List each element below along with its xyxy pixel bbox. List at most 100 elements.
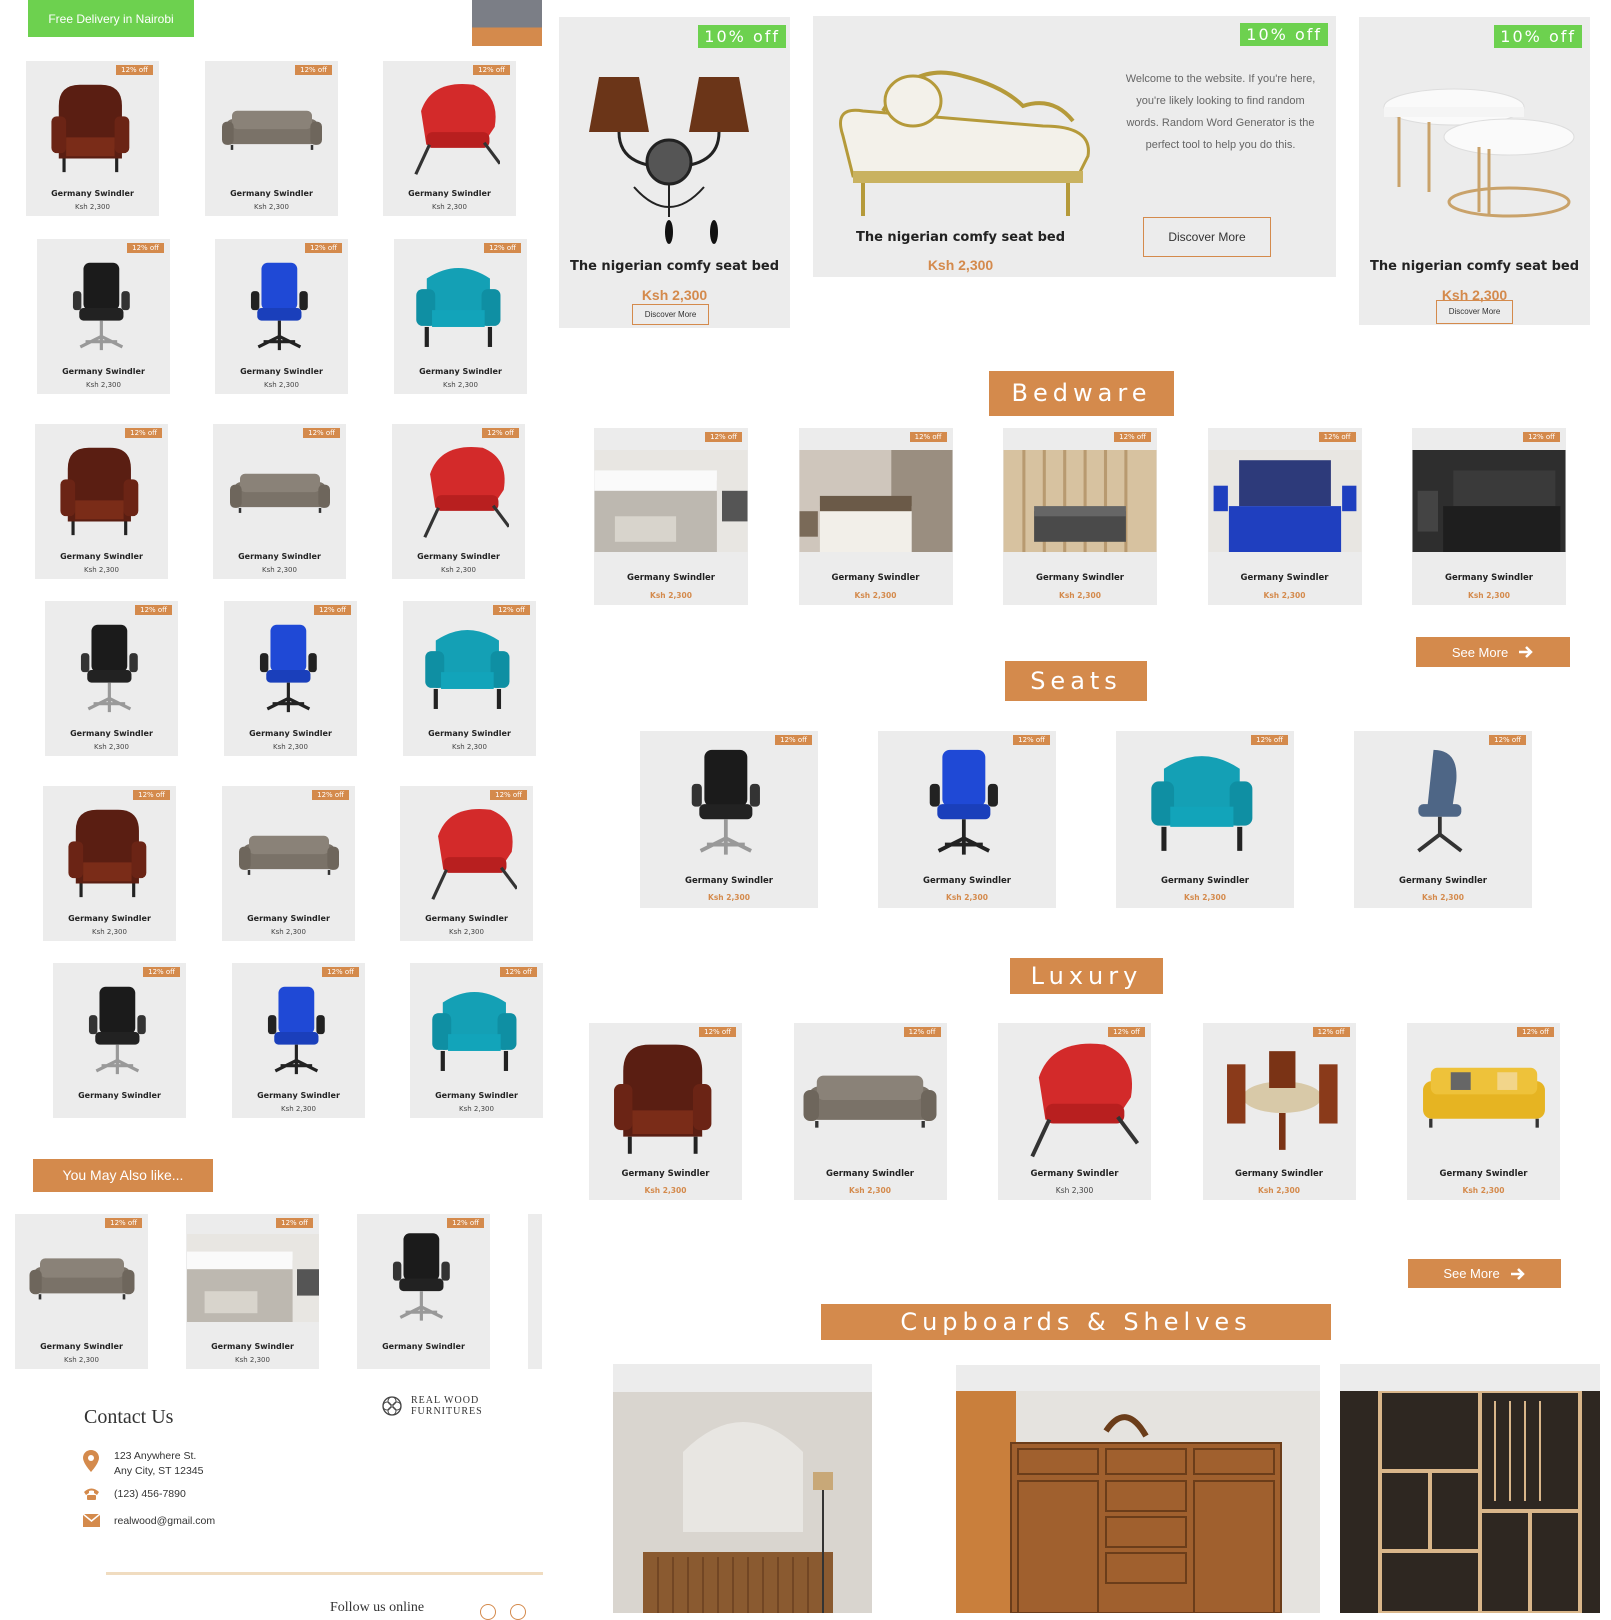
discover-more-button[interactable]: Discover More — [1143, 217, 1271, 257]
arrow-right-icon — [1519, 646, 1533, 658]
section-heading-cupboards: Cupboards & Shelves — [821, 1304, 1331, 1340]
product-card[interactable]: 12% off Germany Swindler Ksh 2,300 — [205, 61, 338, 216]
hero-card-lamp[interactable]: 10% off The nigerian comfy seat bed Ksh … — [559, 17, 790, 328]
product-card[interactable]: 12% off Germany Swindler Ksh 2,300 — [594, 428, 748, 605]
hero-price: Ksh 2,300 — [927, 257, 994, 273]
product-card[interactable]: 12% off Germany Swindler Ksh 2,300 — [1003, 428, 1157, 605]
see-more-label: See More — [1451, 644, 1509, 660]
product-card[interactable]: 12% off Germany Swindler Ksh 2,300 — [793, 1023, 947, 1200]
product-price: Ksh 2,300 — [86, 381, 121, 389]
product-card[interactable]: 12% off Germany Swindler Ksh 2,300 — [394, 239, 527, 394]
product-image — [799, 450, 952, 552]
phone-number[interactable]: (123) 456-7890 — [114, 1488, 186, 1500]
product-card[interactable]: 12% off Germany Swindler Ksh 2,300 — [400, 786, 533, 941]
cupboard-card-2[interactable] — [956, 1365, 1320, 1613]
email-address[interactable]: realwood@gmail.com — [114, 1515, 215, 1527]
product-card[interactable]: 12% off Germany Swindler Ksh 2,300 — [186, 1214, 319, 1369]
product-card[interactable]: 12% off Germany Swindler Ksh 2,300 — [224, 601, 357, 756]
product-card[interactable]: 12% off Germany Swindler Ksh 2,300 — [798, 428, 953, 605]
chaise-lounge-image — [839, 70, 1090, 216]
product-card[interactable]: 12% off Germany Swindler Ksh 2,300 — [589, 1023, 742, 1200]
product-name: Germany Swindler — [238, 552, 321, 561]
product-card[interactable]: 12% off Germany Swindler Ksh 2,300 — [640, 731, 818, 908]
product-card[interactable]: 12% off Germany Swindler Ksh 2,300 — [43, 786, 176, 941]
product-price: Ksh 2,300 — [94, 743, 129, 751]
product-card[interactable]: 12% off Germany Swindler Ksh 2,300 — [45, 601, 178, 756]
social-icon-2[interactable] — [510, 1604, 526, 1620]
hero-title: The nigerian comfy seat bed — [569, 259, 780, 274]
product-price: Ksh 2,300 — [452, 743, 487, 751]
hero-card-chaise[interactable]: 10% off The nigerian comfy seat bed Ksh … — [813, 16, 1336, 277]
delivery-banner: Free Delivery in Nairobi — [28, 0, 194, 37]
product-card[interactable]: 12% off Germany Swindler Ksh 2,300 — [35, 424, 168, 579]
discount-badge: 12% off — [473, 65, 510, 75]
product-card[interactable]: 12% off Germany Swindler Ksh 2,300 — [1412, 428, 1566, 605]
hero-title: The nigerian comfy seat bed — [1369, 259, 1580, 274]
product-card[interactable]: 12% off Germany Swindler Ksh 2,300 — [878, 731, 1056, 908]
product-card[interactable]: 12% off Germany Swindler — [53, 963, 186, 1118]
product-price: Ksh 2,300 — [281, 1105, 316, 1113]
product-image — [59, 447, 138, 536]
product-price: Ksh 2,300 — [1263, 591, 1306, 600]
social-icon-1[interactable] — [480, 1604, 496, 1620]
nesting-tables-image — [1383, 88, 1575, 218]
shelf-unit-image — [1340, 1391, 1600, 1613]
top-image-fragment — [472, 0, 542, 46]
product-image — [424, 630, 509, 709]
product-card[interactable]: 12% off Germany Swindler Ksh 2,300 — [222, 786, 355, 941]
cupboard-card-1[interactable] — [613, 1364, 872, 1613]
discount-badge: 12% off — [699, 1027, 736, 1037]
see-more-button-luxury[interactable]: See More — [1408, 1259, 1561, 1288]
product-image — [267, 986, 325, 1075]
product-card[interactable]: 12% off Germany Swindler Ksh 2,300 — [1207, 428, 1362, 605]
product-card[interactable]: 12% off Germany Swindler Ksh 2,300 — [383, 61, 516, 216]
product-card[interactable]: 12% off Germany Swindler Ksh 2,300 — [1407, 1023, 1560, 1200]
brand-line-1: REAL WOOD — [411, 1395, 480, 1406]
product-card[interactable]: 12% off Germany Swindler Ksh 2,300 — [410, 963, 543, 1118]
discount-badge: 12% off — [903, 1027, 941, 1037]
product-card[interactable]: 12% off Germany Swindler Ksh 2,300 — [1116, 731, 1294, 908]
product-price: Ksh 2,300 — [1184, 893, 1226, 902]
product-image — [1151, 756, 1253, 851]
see-more-button-bedware[interactable]: See More — [1416, 637, 1570, 667]
hero-card-tables[interactable]: 10% off The nigerian comfy seat bed Ksh … — [1359, 17, 1590, 325]
discount-badge: 12% off — [447, 1218, 484, 1228]
product-name: Germany Swindler — [62, 367, 145, 376]
product-card[interactable]: 12% off Germany Swindler Ksh 2,300 — [15, 1214, 148, 1369]
hero-price: Ksh 2,300 — [641, 287, 708, 303]
product-card-partial[interactable] — [528, 1214, 542, 1369]
product-card[interactable]: 12% off Germany Swindler Ksh 2,300 — [998, 1023, 1151, 1200]
discover-more-button[interactable]: Discover More — [1436, 300, 1513, 324]
product-card[interactable]: 12% off Germany Swindler Ksh 2,300 — [213, 424, 346, 579]
product-price: Ksh 2,300 — [264, 381, 299, 389]
product-price: Ksh 2,300 — [946, 893, 988, 902]
product-name: Germany Swindler — [51, 189, 134, 198]
product-image — [1412, 450, 1566, 552]
product-card[interactable]: 12% off Germany Swindler Ksh 2,300 — [26, 61, 159, 216]
cupboard-card-3[interactable] — [1340, 1364, 1600, 1613]
product-image — [413, 84, 500, 175]
product-price: Ksh 2,300 — [441, 566, 476, 574]
product-card[interactable]: 12% off Germany Swindler Ksh 2,300 — [1202, 1023, 1356, 1200]
product-card[interactable]: 12% off Germany Swindler Ksh 2,300 — [37, 239, 170, 394]
discount-badge: 12% off — [303, 428, 340, 438]
product-card[interactable]: 12% off Germany Swindler Ksh 2,300 — [403, 601, 536, 756]
product-card[interactable]: 12% off Germany Swindler — [357, 1214, 490, 1369]
follow-us-text: Follow us online — [330, 1600, 425, 1615]
product-image — [88, 986, 146, 1075]
mail-icon — [83, 1514, 100, 1527]
product-card[interactable]: 12% off Germany Swindler Ksh 2,300 — [232, 963, 365, 1118]
product-card[interactable]: 12% off Germany Swindler Ksh 2,300 — [392, 424, 525, 579]
product-price: Ksh 2,300 — [459, 1105, 494, 1113]
hero-title: The nigerian comfy seat bed — [855, 230, 1066, 245]
product-card[interactable]: 12% off Germany Swindler Ksh 2,300 — [215, 239, 348, 394]
discover-more-button[interactable]: Discover More — [632, 304, 709, 325]
brand-logo-icon — [382, 1396, 402, 1416]
product-price: Ksh 2,300 — [1055, 1186, 1094, 1195]
product-price: Ksh 2,300 — [1258, 1186, 1300, 1195]
product-image — [691, 749, 760, 855]
product-card[interactable]: 12% off Germany Swindler Ksh 2,300 — [1354, 731, 1532, 908]
product-price: Ksh 2,300 — [449, 928, 484, 936]
product-price: Ksh 2,300 — [1059, 591, 1101, 600]
product-name: Germany Swindler — [621, 1169, 710, 1179]
